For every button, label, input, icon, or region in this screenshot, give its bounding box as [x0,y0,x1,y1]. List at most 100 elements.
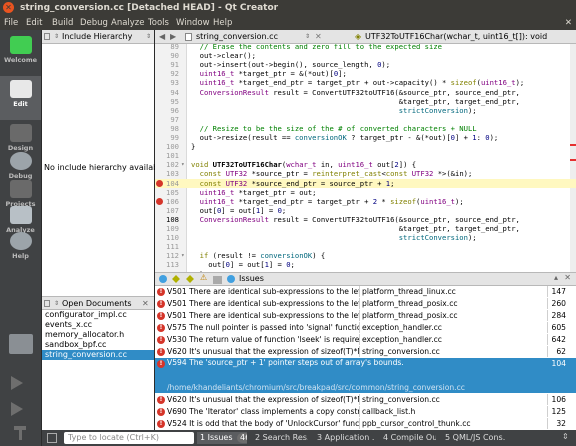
run-icon[interactable] [11,376,23,390]
pane-search-results-button[interactable]: 2 Search Res... [252,432,308,444]
issue-row[interactable]: ! V501 There are identical sub-expressio… [155,310,576,321]
code-text: const UTF32 *source_end_ptr = source_ptr… [199,178,395,188]
code-line[interactable]: 94 ConversionResult result = ConvertUTF3… [155,88,576,97]
code-line[interactable]: 97 [155,115,576,124]
issue-count-badge: 461 [237,433,247,443]
filter-icon[interactable] [159,275,167,283]
code-line[interactable]: 90 out->clear(); [155,51,576,60]
chevron-updown-icon[interactable]: ⇕ [305,30,310,44]
code-line[interactable]: 96 strictConversion); [155,106,576,115]
code-line[interactable]: 112 ▾ if (result != conversionOK) { [155,251,576,260]
include-hierarchy-title[interactable]: Include Hierarchy [62,30,132,44]
fold-chevron-icon[interactable]: ▾ [181,160,185,169]
code-line[interactable]: 110 strictConversion); [155,233,576,242]
open-document-item[interactable]: configurator_impl.cc [42,310,154,320]
code-line[interactable]: 89 // Erase the contents and zero fill t… [155,44,576,51]
issues-list: ! V501 There are identical sub-expressio… [155,286,576,430]
editor-toolbar: ◀ ▶ string_conversion.cc ⇕ ✕ ◈ UTF32ToUT… [155,30,576,44]
menu-debug[interactable]: Debug [80,16,108,30]
menu-build[interactable]: Build [52,16,73,30]
code-line[interactable]: 93 uint16_t *target_end_ptr = target_ptr… [155,78,576,87]
prev-issue-icon[interactable] [172,275,180,283]
mode-edit[interactable]: Edit [0,76,41,120]
symbol-selector[interactable]: UTF32ToUTF16Char(wchar_t, uint16_t[]): v… [365,30,569,44]
back-arrow-icon[interactable]: ◀ [159,30,165,44]
close-pane-icon[interactable]: ✕ [564,273,571,282]
fold-chevron-icon[interactable]: ▾ [181,251,185,260]
menu-help[interactable]: Help [213,16,232,30]
pane-application-output-button[interactable]: 3 Application ... [314,432,374,444]
issue-row[interactable]: ! V501 There are identical sub-expressio… [155,286,576,297]
issue-row[interactable]: ! V620 It's unusual that the expression … [155,394,576,405]
code-line[interactable]: 95 &target_ptr, target_end_ptr, [155,97,576,106]
error-icon: ! [157,396,165,404]
line-number: 98 [170,123,179,133]
open-document-item[interactable]: string_conversion.cc [42,350,154,360]
chevron-updown-icon[interactable]: ⇕ [54,30,59,44]
close-file-icon[interactable]: ✕ [315,30,322,44]
menu-edit[interactable]: Edit [26,16,42,30]
open-document-item[interactable]: memory_allocator.h [42,330,154,340]
menu-tools[interactable]: Tools [148,16,169,30]
code-line[interactable]: 107 out[0] = out[1] = 0; [155,206,576,215]
code-editor[interactable]: 89 // Erase the contents and zero fill t… [155,44,576,272]
open-document-item[interactable]: sandbox_bpf.cc [42,340,154,350]
settings-icon[interactable] [227,275,235,283]
open-documents-header: ⇕ Open Documents ✕ [42,296,154,310]
code-line[interactable]: 99 out->resize(result == conversionOK ? … [155,133,576,142]
pane-issues-button[interactable]: 1 Issues 461 [197,432,247,444]
build-hammer-icon[interactable] [11,426,29,440]
close-window-icon[interactable]: ✕ [3,2,14,13]
locator-input[interactable]: Type to locate (Ctrl+K) [64,432,194,444]
code-line[interactable]: 109 &target_ptr, target_end_ptr, [155,224,576,233]
issue-row[interactable]: ! V524 It is odd that the body of 'Unloc… [155,418,576,429]
issue-row[interactable]: ! V690 The 'Iterator' class implements a… [155,406,576,417]
open-document-item[interactable]: events_x.cc [42,320,154,330]
debug-run-icon[interactable] [11,402,23,416]
chevron-updown-icon[interactable]: ⇕ [146,30,151,44]
code-line[interactable]: 102 ▾ void UTF32ToUTF16Char(wchar_t in, ui… [155,160,576,169]
warning-icon[interactable]: ⚠ [200,273,207,282]
code-line[interactable]: 104 const UTF32 *source_end_ptr = source… [155,178,576,188]
error-icon: ! [157,324,165,332]
toggle-sidebar-icon[interactable] [47,433,57,443]
code-line[interactable]: 111 [155,242,576,251]
close-pane-icon[interactable]: ✕ [142,297,149,310]
pane-qml-console-button[interactable]: 5 QML/JS Cons... [442,432,506,444]
open-documents-title[interactable]: Open Documents [62,297,132,310]
mode-help[interactable]: Help [0,228,41,272]
next-issue-icon[interactable] [186,275,194,283]
code-line[interactable]: 105 uint16_t *target_ptr = out; [155,188,576,197]
pane-compile-output-button[interactable]: 4 Compile Ou... [380,432,436,444]
code-line[interactable]: 113 out[0] = out[1] = 0; [155,260,576,269]
code-line[interactable]: 106 uint16_t *target_end_ptr = target_pt… [155,197,576,206]
mode-welcome[interactable]: Welcome [0,32,41,76]
code-line[interactable]: 108 ConversionResult result = ConvertUTF… [155,215,576,224]
menu-analyze[interactable]: Analyze [111,16,145,30]
close-document-icon[interactable]: ✕ [565,16,572,30]
code-line[interactable]: 91 out->insert(out->begin(), source_leng… [155,60,576,69]
menu-window[interactable]: Window [176,16,210,30]
code-line[interactable]: 100} [155,142,576,151]
code-line[interactable]: 101 [155,151,576,160]
issue-row-selected[interactable]: ! V594 The 'source_ptr + 1' pointer step… [155,358,576,393]
menu-file[interactable]: File [4,16,18,30]
chevron-updown-icon[interactable]: ⇕ [54,297,59,310]
issue-row[interactable]: ! V620 It's unusual that the expression … [155,346,576,357]
code-line[interactable]: 98 // Resize to be the size of the # of … [155,124,576,133]
issue-row[interactable]: ! V501 There are identical sub-expressio… [155,298,576,309]
issue-row[interactable]: ! V530 The return value of function 'lse… [155,334,576,345]
code-line[interactable]: 103 const UTF32 *source_ptr = reinterpre… [155,169,576,178]
code-line[interactable]: 92 uint16_t *target_ptr = &(*out)[0]; [155,69,576,78]
kit-selector-monitor-icon[interactable] [9,334,33,354]
sidebar-toggle-icon[interactable] [44,33,50,40]
line-number: 90 [170,51,179,61]
chevron-updown-icon[interactable]: ⇕ [562,432,569,441]
file-selector[interactable]: string_conversion.cc [196,30,278,44]
sidebar-toggle-icon[interactable] [44,300,50,307]
issue-row[interactable]: ! V575 The null pointer is passed into '… [155,322,576,333]
maximize-pane-icon[interactable]: ▴ [554,273,558,282]
filter-icon[interactable] [213,276,222,284]
file-icon [185,33,192,41]
forward-arrow-icon[interactable]: ▶ [170,30,176,44]
